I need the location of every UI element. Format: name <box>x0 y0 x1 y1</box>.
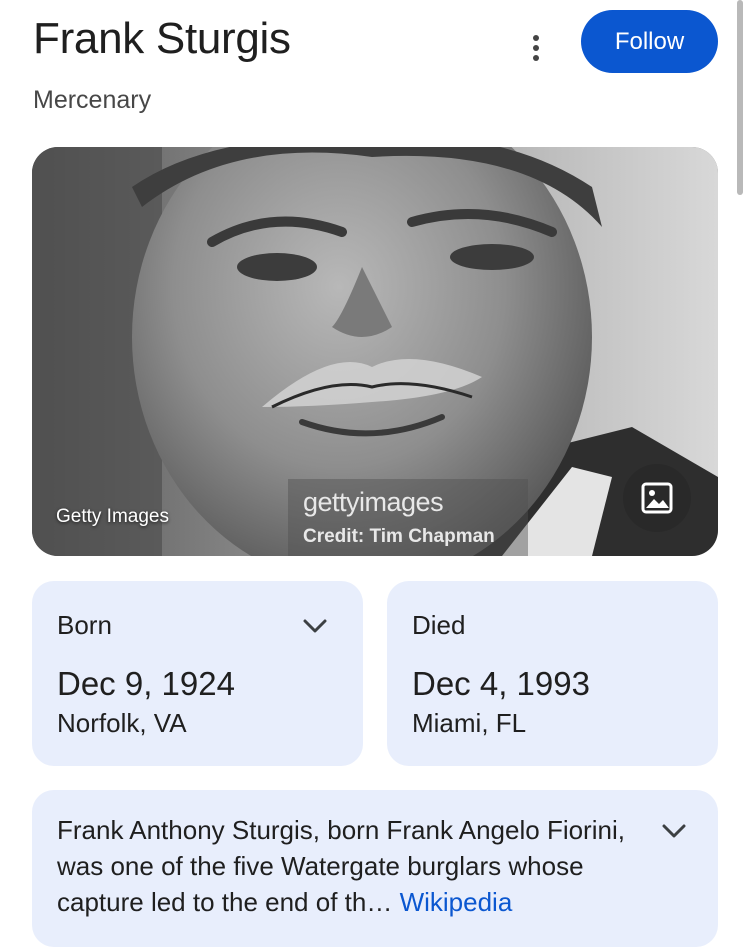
born-card[interactable]: Born Dec 9, 1924 Norfolk, VA <box>32 581 363 766</box>
image-gallery-button[interactable] <box>623 464 691 532</box>
description-expand-button[interactable] <box>659 816 689 846</box>
born-place: Norfolk, VA <box>57 708 187 738</box>
description-text: Frank Anthony Sturgis, born Frank Angelo… <box>57 812 647 920</box>
more-options-button[interactable] <box>516 28 556 68</box>
watermark-logo: gettyimages <box>303 487 444 517</box>
hero-photo[interactable]: Getty Images gettyimages Credit: Tim Cha… <box>32 147 718 556</box>
born-date: Dec 9, 1924 <box>57 665 235 702</box>
died-place: Miami, FL <box>412 708 527 738</box>
born-expand-button[interactable] <box>300 611 330 641</box>
died-date: Dec 4, 1993 <box>412 665 590 702</box>
image-source-label: Getty Images <box>56 506 169 527</box>
description-card[interactable]: Frank Anthony Sturgis, born Frank Angelo… <box>32 790 718 947</box>
watermark-credit: Credit: Tim Chapman <box>303 526 495 547</box>
description-body: Frank Anthony Sturgis, born Frank Angelo… <box>57 815 625 917</box>
chevron-down-icon <box>303 619 327 633</box>
page-subtitle: Mercenary <box>33 86 152 114</box>
died-label: Died <box>412 610 466 640</box>
image-watermark: gettyimages Credit: Tim Chapman <box>288 479 528 556</box>
scrollbar[interactable] <box>737 0 743 195</box>
page-title: Frank Sturgis <box>33 14 291 63</box>
image-gallery-icon <box>641 482 673 514</box>
chevron-down-icon <box>662 824 686 838</box>
wikipedia-link[interactable]: Wikipedia <box>400 887 513 917</box>
more-vert-icon <box>533 35 539 61</box>
follow-button[interactable]: Follow <box>581 10 718 73</box>
died-card[interactable]: Died Dec 4, 1993 Miami, FL <box>387 581 718 766</box>
born-label: Born <box>57 610 112 640</box>
